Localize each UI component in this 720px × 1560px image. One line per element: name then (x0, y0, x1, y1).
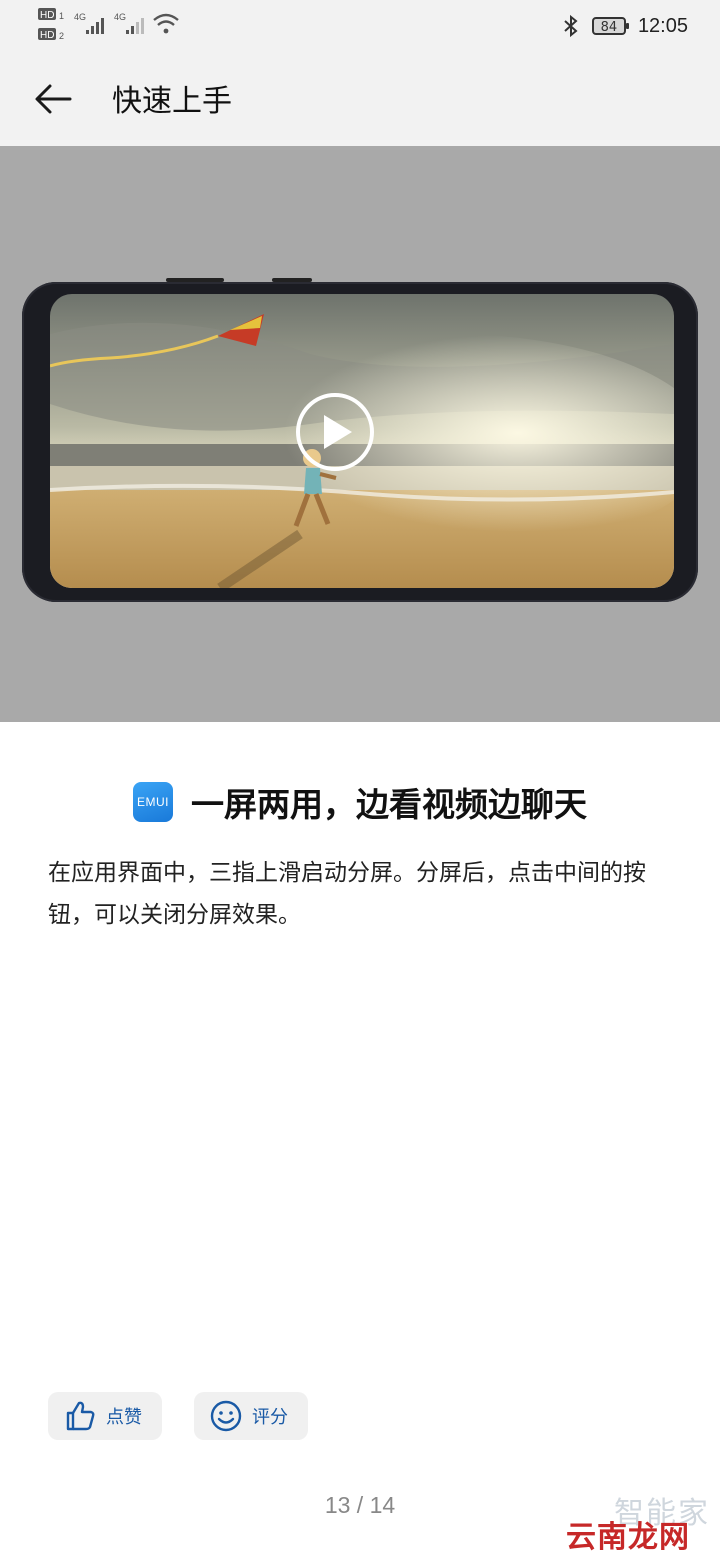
play-button[interactable] (296, 393, 374, 471)
like-label: 点赞 (106, 1407, 142, 1428)
bluetooth-icon (564, 14, 578, 38)
watermark-bottom: 云南龙网 (566, 1520, 690, 1555)
signal-icon: HD 1 HD 2 4G 4G (38, 8, 179, 41)
sim2-index: 2 (59, 31, 64, 41)
thumbs-up-icon (66, 1401, 95, 1431)
rate-button[interactable]: 评分 (194, 1392, 308, 1440)
screen: HD 1 HD 2 4G 4G 84 12:05 快速上手 EMUI 一屏两用，… (0, 0, 720, 1560)
status-left-icons: HD 1 HD 2 4G 4G (36, 6, 196, 46)
back-button[interactable] (30, 76, 76, 122)
play-icon (324, 415, 352, 449)
status-time: 12:05 (637, 14, 688, 37)
feature-heading-row: EMUI 一屏两用，边看视频边聊天 (0, 778, 720, 826)
page-title: 快速上手 (112, 84, 232, 119)
status-bar: HD 1 HD 2 4G 4G 84 12:05 (0, 0, 720, 50)
rate-label: 评分 (252, 1407, 288, 1428)
wifi-icon (153, 13, 179, 34)
sim1-badge: HD (40, 10, 54, 21)
network2-label: 4G (114, 12, 126, 22)
emui-logo: EMUI (133, 782, 173, 822)
like-button[interactable]: 点赞 (48, 1392, 162, 1440)
sim1-index: 1 (59, 11, 64, 21)
feature-heading: 一屏两用，边看视频边聊天 (191, 785, 587, 824)
feature-description: 在应用界面中，三指上滑启动分屏。分屏后，点击中间的按钮，可以关闭分屏效果。 (48, 860, 646, 928)
battery-icon: 84 (591, 17, 629, 35)
network1-label: 4G (74, 12, 86, 22)
arrow-left-icon (35, 84, 72, 114)
video-preview[interactable] (0, 146, 720, 722)
smiley-icon (210, 1400, 242, 1432)
sim2-badge: HD (40, 30, 54, 41)
app-bar: 快速上手 (0, 50, 720, 146)
status-right-icons: 84 12:05 (562, 12, 688, 40)
